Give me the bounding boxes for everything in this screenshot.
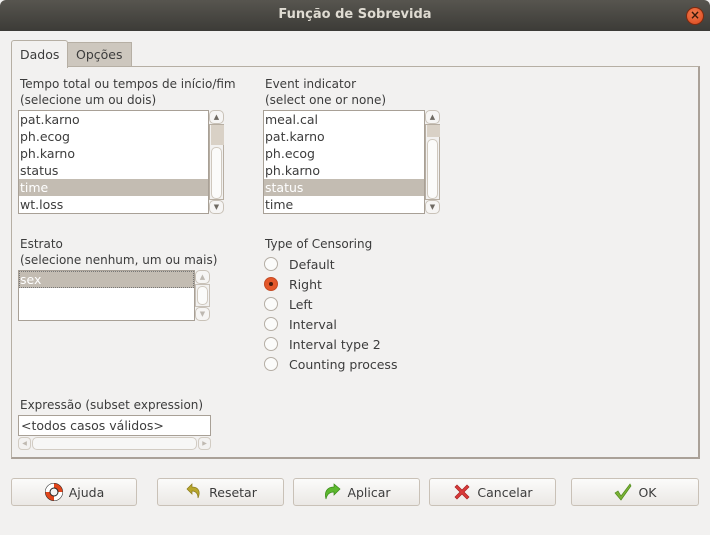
scroll-trough xyxy=(427,139,438,199)
list-item[interactable]: pat.karno xyxy=(264,128,424,145)
apply-button-label: Aplicar xyxy=(347,484,391,500)
event-list-sublabel: (select one or none) xyxy=(265,93,387,107)
scroll-right-arrow-icon[interactable]: ▶ xyxy=(198,437,211,450)
scroll-up-arrow-icon[interactable]: ▲ xyxy=(195,270,210,284)
list-item-selected[interactable]: sex xyxy=(19,271,194,288)
radio-interval[interactable]: Interval xyxy=(264,315,337,333)
radio-label: Interval type 2 xyxy=(289,336,381,352)
subset-expression-input[interactable]: <todos casos válidos> xyxy=(18,415,211,436)
list-item-selected[interactable]: time xyxy=(19,179,208,196)
scroll-track xyxy=(209,124,224,200)
close-icon[interactable]: × xyxy=(686,7,704,25)
radio-button-checked[interactable] xyxy=(264,277,278,291)
time-list-label: Tempo total ou tempos de início/fim xyxy=(20,77,236,91)
scroll-down-arrow-icon[interactable]: ▼ xyxy=(195,307,210,321)
tab-dados[interactable]: Dados xyxy=(11,40,68,68)
radio-left[interactable]: Left xyxy=(264,295,313,313)
radio-label: Interval xyxy=(289,316,337,332)
scroll-down-arrow-icon[interactable]: ▼ xyxy=(209,200,224,214)
radio-button[interactable] xyxy=(264,317,278,331)
window-title: Função de Sobrevida xyxy=(278,7,432,22)
radio-right[interactable]: Right xyxy=(264,275,322,293)
list-item[interactable]: pat.karno xyxy=(19,111,208,128)
radio-label: Counting process xyxy=(289,356,398,372)
list-item[interactable]: ph.ecog xyxy=(264,145,424,162)
scroll-down-arrow-icon[interactable]: ▼ xyxy=(425,200,440,214)
redo-arrow-icon xyxy=(325,483,341,500)
event-list-label: Event indicator xyxy=(265,77,357,91)
list-item[interactable]: time xyxy=(264,196,424,213)
checkmark-icon xyxy=(614,483,632,501)
radio-button[interactable] xyxy=(264,337,278,351)
title-bar: Função de Sobrevida × xyxy=(0,0,710,31)
strata-list-sublabel: (selecione nenhum, um ou mais) xyxy=(20,253,218,267)
time-list-scrollbar[interactable]: ▲ ▼ xyxy=(209,110,224,214)
time-listbox[interactable]: pat.karno ph.ecog ph.karno status time w… xyxy=(18,110,209,214)
list-item[interactable]: wt.loss xyxy=(19,196,208,213)
radio-label: Left xyxy=(289,296,313,312)
radio-button[interactable] xyxy=(264,357,278,371)
cancel-button[interactable]: Cancelar xyxy=(429,478,556,506)
list-item[interactable]: ph.karno xyxy=(264,162,424,179)
help-button[interactable]: Ajuda xyxy=(11,478,137,506)
scroll-track xyxy=(195,284,210,307)
radio-label: Default xyxy=(289,256,335,272)
list-item-selected[interactable]: status xyxy=(264,179,424,196)
cancel-button-label: Cancelar xyxy=(477,484,533,500)
scroll-thumb[interactable] xyxy=(211,125,224,145)
radio-button[interactable] xyxy=(264,297,278,311)
scroll-track xyxy=(32,437,197,450)
ok-button-label: OK xyxy=(638,484,657,500)
list-item[interactable]: meal.cal xyxy=(264,111,424,128)
scroll-up-arrow-icon[interactable]: ▲ xyxy=(425,110,440,124)
radio-default[interactable]: Default xyxy=(264,255,335,273)
event-list-scrollbar[interactable]: ▲ ▼ xyxy=(425,110,440,214)
tab-opcoes[interactable]: Opções xyxy=(68,42,132,66)
help-button-label: Ajuda xyxy=(68,484,105,500)
scroll-left-arrow-icon[interactable]: ◀ xyxy=(18,437,31,450)
strata-list-label: Estrato xyxy=(20,237,63,251)
radio-label: Right xyxy=(289,276,322,292)
subset-label: Expressão (subset expression) xyxy=(20,398,204,412)
lifebuoy-icon xyxy=(44,483,63,501)
list-item[interactable]: ph.karno xyxy=(19,145,208,162)
subset-hscrollbar[interactable]: ◀ ▶ xyxy=(18,437,211,450)
ok-button[interactable]: OK xyxy=(571,478,699,506)
scroll-trough xyxy=(197,286,208,305)
radio-interval-type-2[interactable]: Interval type 2 xyxy=(264,335,381,353)
scroll-thumb[interactable] xyxy=(427,125,440,137)
list-item[interactable]: ph.ecog xyxy=(19,128,208,145)
undo-arrow-icon xyxy=(186,483,200,499)
strata-list-scrollbar[interactable]: ▲ ▼ xyxy=(195,270,210,321)
apply-button[interactable]: Aplicar xyxy=(293,478,420,506)
red-x-icon xyxy=(454,484,470,500)
event-listbox[interactable]: meal.cal pat.karno ph.ecog ph.karno stat… xyxy=(263,110,425,214)
reset-button[interactable]: Resetar xyxy=(157,478,284,506)
scroll-track xyxy=(425,124,440,200)
list-item[interactable]: status xyxy=(19,162,208,179)
reset-button-label: Resetar xyxy=(209,484,257,500)
strata-listbox[interactable]: sex xyxy=(18,270,195,321)
censoring-label: Type of Censoring xyxy=(265,237,373,251)
time-list-sublabel: (selecione um ou dois) xyxy=(20,93,157,107)
radio-button[interactable] xyxy=(264,257,278,271)
scroll-trough xyxy=(211,147,222,199)
scroll-up-arrow-icon[interactable]: ▲ xyxy=(209,110,224,124)
radio-counting-process[interactable]: Counting process xyxy=(264,355,397,373)
